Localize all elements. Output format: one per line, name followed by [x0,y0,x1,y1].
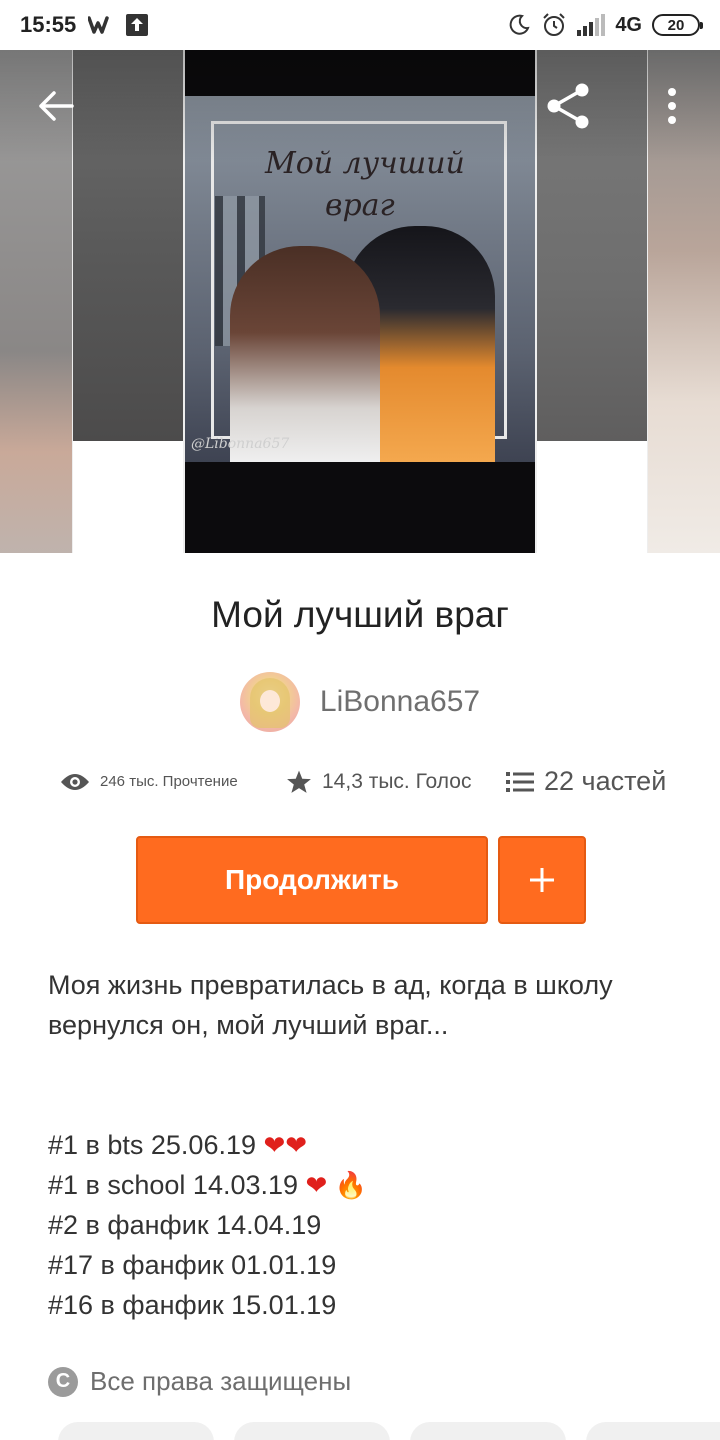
add-to-library-button[interactable] [498,836,586,924]
heart-emoji: ❤❤ [263,1130,308,1160]
ranking-text: #1 в school 14.03.19 [48,1170,299,1200]
description-line: Моя жизнь превратилась в ад, когда в шко… [48,970,613,1000]
status-right: 4G 20 [507,12,703,38]
carousel-gap-right [537,441,647,553]
reads-count: 246 тыс. Прочтение [100,773,238,790]
copyright-icon: C [48,1366,78,1397]
ranking-line: #16 в фанфик 15.01.19 [48,1290,337,1320]
more-options-button[interactable] [650,80,694,132]
star-icon [287,770,311,793]
copyright-text: Все права защищены [90,1366,352,1396]
story-title: Мой лучший враг [211,594,509,635]
eye-icon [61,773,89,790]
tag-chip[interactable] [58,1422,214,1440]
votes-count: 14,3 тыс. Голос [322,769,472,793]
stats-row: 246 тыс. Прочтение 14,3 тыс. Голос 22 ча… [60,766,670,797]
fire-emoji: 🔥 [334,1170,368,1200]
parts-count: 22 частей [544,766,667,796]
tag-chip[interactable] [586,1422,720,1440]
battery-indicator: 20 [652,14,703,36]
ranking-line: #1 в school 14.03.19 ❤ 🔥 [48,1165,678,1205]
cover-signature: @Libonna657 [191,436,290,452]
moon-icon [507,13,531,37]
cover-figure-left [230,246,380,462]
upload-notification-icon [126,14,149,36]
status-time: 15:55 [20,12,77,37]
tags-row [58,1422,720,1440]
status-left: 15:55 [20,12,149,38]
ranking-line: #1 в bts 25.06.19 ❤❤ [48,1125,678,1165]
heart-emoji: ❤ [305,1170,328,1200]
status-bar: 15:55 4G 20 [0,0,720,50]
share-icon [547,83,589,129]
ranking-line: #17 в фанфик 01.01.19 [48,1250,337,1280]
tag-chip[interactable] [410,1422,566,1440]
actions-row: Продолжить [136,836,586,924]
arrow-left-icon [39,91,74,121]
author-name[interactable]: LiBonna657 [320,685,480,719]
plus-icon [530,868,554,892]
signal-icon [577,14,606,36]
ranking-text: #1 в bts 25.06.19 [48,1130,256,1160]
ranking-line: #2 в фанфик 14.04.19 [48,1210,322,1240]
more-vertical-icon [668,88,676,124]
carousel-gap-left [73,441,183,553]
network-type: 4G [615,13,642,36]
share-button[interactable] [540,80,596,132]
avatar-face [259,690,280,712]
votes-stat: 14,3 тыс. Голос [286,769,476,795]
story-description: Моя жизнь превратилась в ад, когда в шко… [48,965,678,1325]
cover-carousel[interactable]: Мой лучший враг @Libonna657 [0,50,720,553]
reads-stat: 246 тыс. Прочтение [60,772,260,792]
alarm-icon [541,12,567,38]
wattpad-notification-icon [88,15,114,35]
cover-title-line-2: враг [325,188,395,223]
continue-reading-button[interactable]: Продолжить [136,836,488,924]
back-button[interactable] [30,80,82,132]
copyright-row: C Все права защищены [48,1366,351,1397]
author-row[interactable]: LiBonna657 [0,672,720,732]
tag-chip[interactable] [234,1422,390,1440]
description-line: вернулся он, мой лучший враг... [48,1010,449,1040]
toolbar-overlay [0,50,720,162]
author-avatar[interactable] [239,672,300,732]
parts-stat[interactable]: 22 частей [506,766,666,797]
list-icon [506,771,534,792]
